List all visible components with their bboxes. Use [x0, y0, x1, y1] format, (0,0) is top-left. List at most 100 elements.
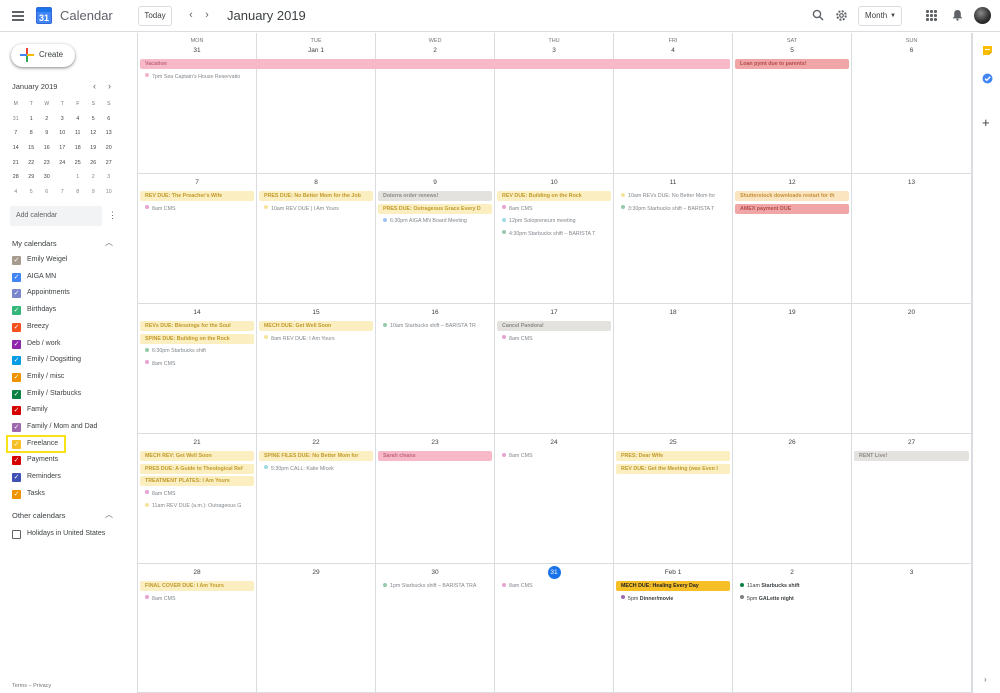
mini-day[interactable]: 24 [55, 156, 71, 171]
mini-day[interactable]: 22 [24, 156, 40, 171]
checkbox-checked-icon[interactable]: ✓ [12, 439, 21, 449]
checkbox-checked-icon[interactable]: ✓ [12, 489, 21, 499]
calendar-event[interactable]: 7pm Sea Captain's House Reservatio [140, 72, 254, 82]
day-number[interactable]: 14 [138, 309, 256, 316]
calendar-event[interactable]: 10am REV DUE | I Am Yours [259, 204, 373, 214]
mini-day[interactable]: 13 [101, 126, 117, 141]
calendar-event[interactable]: Vacation [140, 59, 730, 69]
checkbox-checked-icon[interactable]: ✓ [12, 272, 21, 282]
create-button[interactable]: Create [11, 44, 75, 67]
calendar-event[interactable]: 8am CMS [140, 359, 254, 369]
calendar-event[interactable]: 6:30pm AIGA MN Board Meeting [378, 216, 492, 226]
tasks-icon[interactable] [982, 71, 993, 84]
checkbox-checked-icon[interactable]: ✓ [12, 356, 21, 366]
day-number[interactable]: 23 [376, 439, 494, 446]
mini-day[interactable]: 7 [8, 126, 24, 141]
mini-day[interactable]: 23 [39, 156, 55, 171]
calendar-item[interactable]: ✓ Birthdays [12, 304, 122, 318]
checkbox-checked-icon[interactable]: ✓ [12, 456, 21, 466]
calendar-event[interactable]: PRES DUE: A Guide to Theological Ref [140, 463, 254, 474]
calendar-event[interactable]: Cancel Pandora! [497, 321, 611, 331]
mini-day[interactable]: 26 [86, 156, 102, 171]
mini-day[interactable]: 10 [55, 126, 71, 141]
calendar-item[interactable]: Holidays in United States [12, 528, 122, 542]
day-cell[interactable]: 13 [852, 174, 972, 303]
mini-day[interactable]: 7 [55, 185, 71, 200]
notifications-icon[interactable] [950, 9, 964, 23]
calendar-event[interactable]: AMEX payment DUE [735, 203, 849, 214]
checkbox-checked-icon[interactable]: ✓ [12, 322, 21, 332]
mini-day[interactable]: 2 [39, 112, 55, 127]
mini-day[interactable]: 16 [39, 141, 55, 156]
day-number[interactable]: 17 [495, 309, 613, 316]
calendar-event[interactable]: Loan pymt due to parents! [735, 59, 849, 69]
calendar-event[interactable]: 5:30pm CALL: Katie Micek [259, 464, 373, 474]
calendar-event[interactable]: 5pm GALette night [735, 594, 849, 604]
mini-day[interactable]: 5 [24, 185, 40, 200]
day-number[interactable]: 3 [852, 569, 971, 576]
day-number[interactable]: 15 [257, 309, 375, 316]
day-number[interactable]: 24 [495, 439, 613, 446]
day-number[interactable]: 29 [257, 569, 375, 576]
day-number[interactable]: 18 [614, 309, 732, 316]
add-addon-icon[interactable]: + [982, 116, 990, 129]
day-number[interactable]: 2 [733, 569, 851, 576]
calendar-item[interactable]: ✓ Emily / Starbucks [12, 388, 122, 402]
mini-day[interactable]: 4 [70, 112, 86, 127]
gear-icon[interactable] [834, 9, 848, 23]
day-number[interactable]: 4 [614, 47, 732, 54]
day-number[interactable]: 12 [733, 179, 851, 186]
calendar-item[interactable]: ✓ Reminders [12, 471, 122, 485]
calendar-event[interactable]: Shutterstock downloads restart for th [735, 191, 849, 201]
day-number[interactable]: 27 [852, 439, 971, 446]
calendar-event[interactable]: REV DUE: Building on the Rock [497, 191, 611, 201]
checkbox-checked-icon[interactable]: ✓ [12, 339, 21, 349]
calendar-item[interactable]: ✓ Deb / work [12, 338, 122, 352]
avatar[interactable] [974, 7, 991, 24]
day-number[interactable]: 16 [376, 309, 494, 316]
today-button[interactable]: Today [138, 6, 172, 26]
day-cell[interactable]: 3 [852, 564, 972, 692]
day-number[interactable]: 22 [257, 439, 375, 446]
day-cell[interactable]: FRI 4 [614, 33, 733, 173]
mini-day[interactable]: 28 [8, 170, 24, 185]
calendar-event[interactable]: 8am CMS [497, 451, 611, 461]
privacy-link[interactable]: Privacy [33, 683, 51, 689]
mini-day[interactable]: 6 [39, 185, 55, 200]
checkbox-checked-icon[interactable]: ✓ [12, 256, 21, 265]
day-number[interactable]: 21 [138, 439, 256, 446]
day-number[interactable]: Jan 1 [257, 47, 375, 54]
calendar-item[interactable]: ✓ Family [12, 404, 122, 418]
day-cell[interactable]: SUN 6 [852, 33, 972, 173]
day-number[interactable]: 26 [733, 439, 851, 446]
chevron-up-icon[interactable]: ︿ [105, 237, 113, 248]
day-number[interactable]: 31 [495, 566, 613, 579]
mini-prev-icon[interactable]: ‹ [93, 81, 96, 91]
day-number[interactable]: 6 [852, 47, 971, 54]
day-number[interactable]: 28 [138, 569, 256, 576]
calendar-event[interactable]: 3:30pm Starbucks shift – BARISTA T [616, 204, 730, 214]
view-select[interactable]: Month ▼ [858, 6, 902, 26]
day-number[interactable]: Feb 1 [614, 569, 732, 576]
chevron-right-icon[interactable]: › [984, 675, 987, 684]
calendar-event[interactable]: FINAL COVER DUE: I Am Yours [140, 581, 254, 591]
mini-day[interactable]: 29 [24, 170, 40, 185]
calendar-event[interactable]: 8am CMS [497, 334, 611, 344]
calendar-event[interactable]: MECH DUE: Healing Every Day [616, 581, 730, 591]
mini-day[interactable]: 6 [101, 112, 117, 127]
mini-day[interactable]: 2 [86, 170, 102, 185]
calendar-event[interactable]: PRES DUE: No Better Mom for the Job [259, 191, 373, 201]
mini-day[interactable]: 5 [86, 112, 102, 127]
calendar-event[interactable]: TREATMENT PLATES: I Am Yours [140, 476, 254, 486]
day-cell[interactable]: 19 [733, 304, 852, 433]
day-cell[interactable]: SAT 5 [733, 33, 852, 173]
app-title[interactable]: Calendar [60, 8, 113, 23]
mini-day[interactable]: 1 [70, 170, 86, 185]
day-cell[interactable]: 29 [257, 564, 376, 692]
mini-day[interactable]: 11 [70, 126, 86, 141]
mini-day[interactable]: 21 [8, 156, 24, 171]
calendar-event[interactable]: MECH DUE: Get Well Soon [259, 321, 373, 331]
calendar-event[interactable]: SPINE DUE: Building on the Rock [140, 333, 254, 344]
day-number[interactable]: 25 [614, 439, 732, 446]
calendar-event[interactable]: REV DUE: The Preacher's Wife [140, 191, 254, 201]
